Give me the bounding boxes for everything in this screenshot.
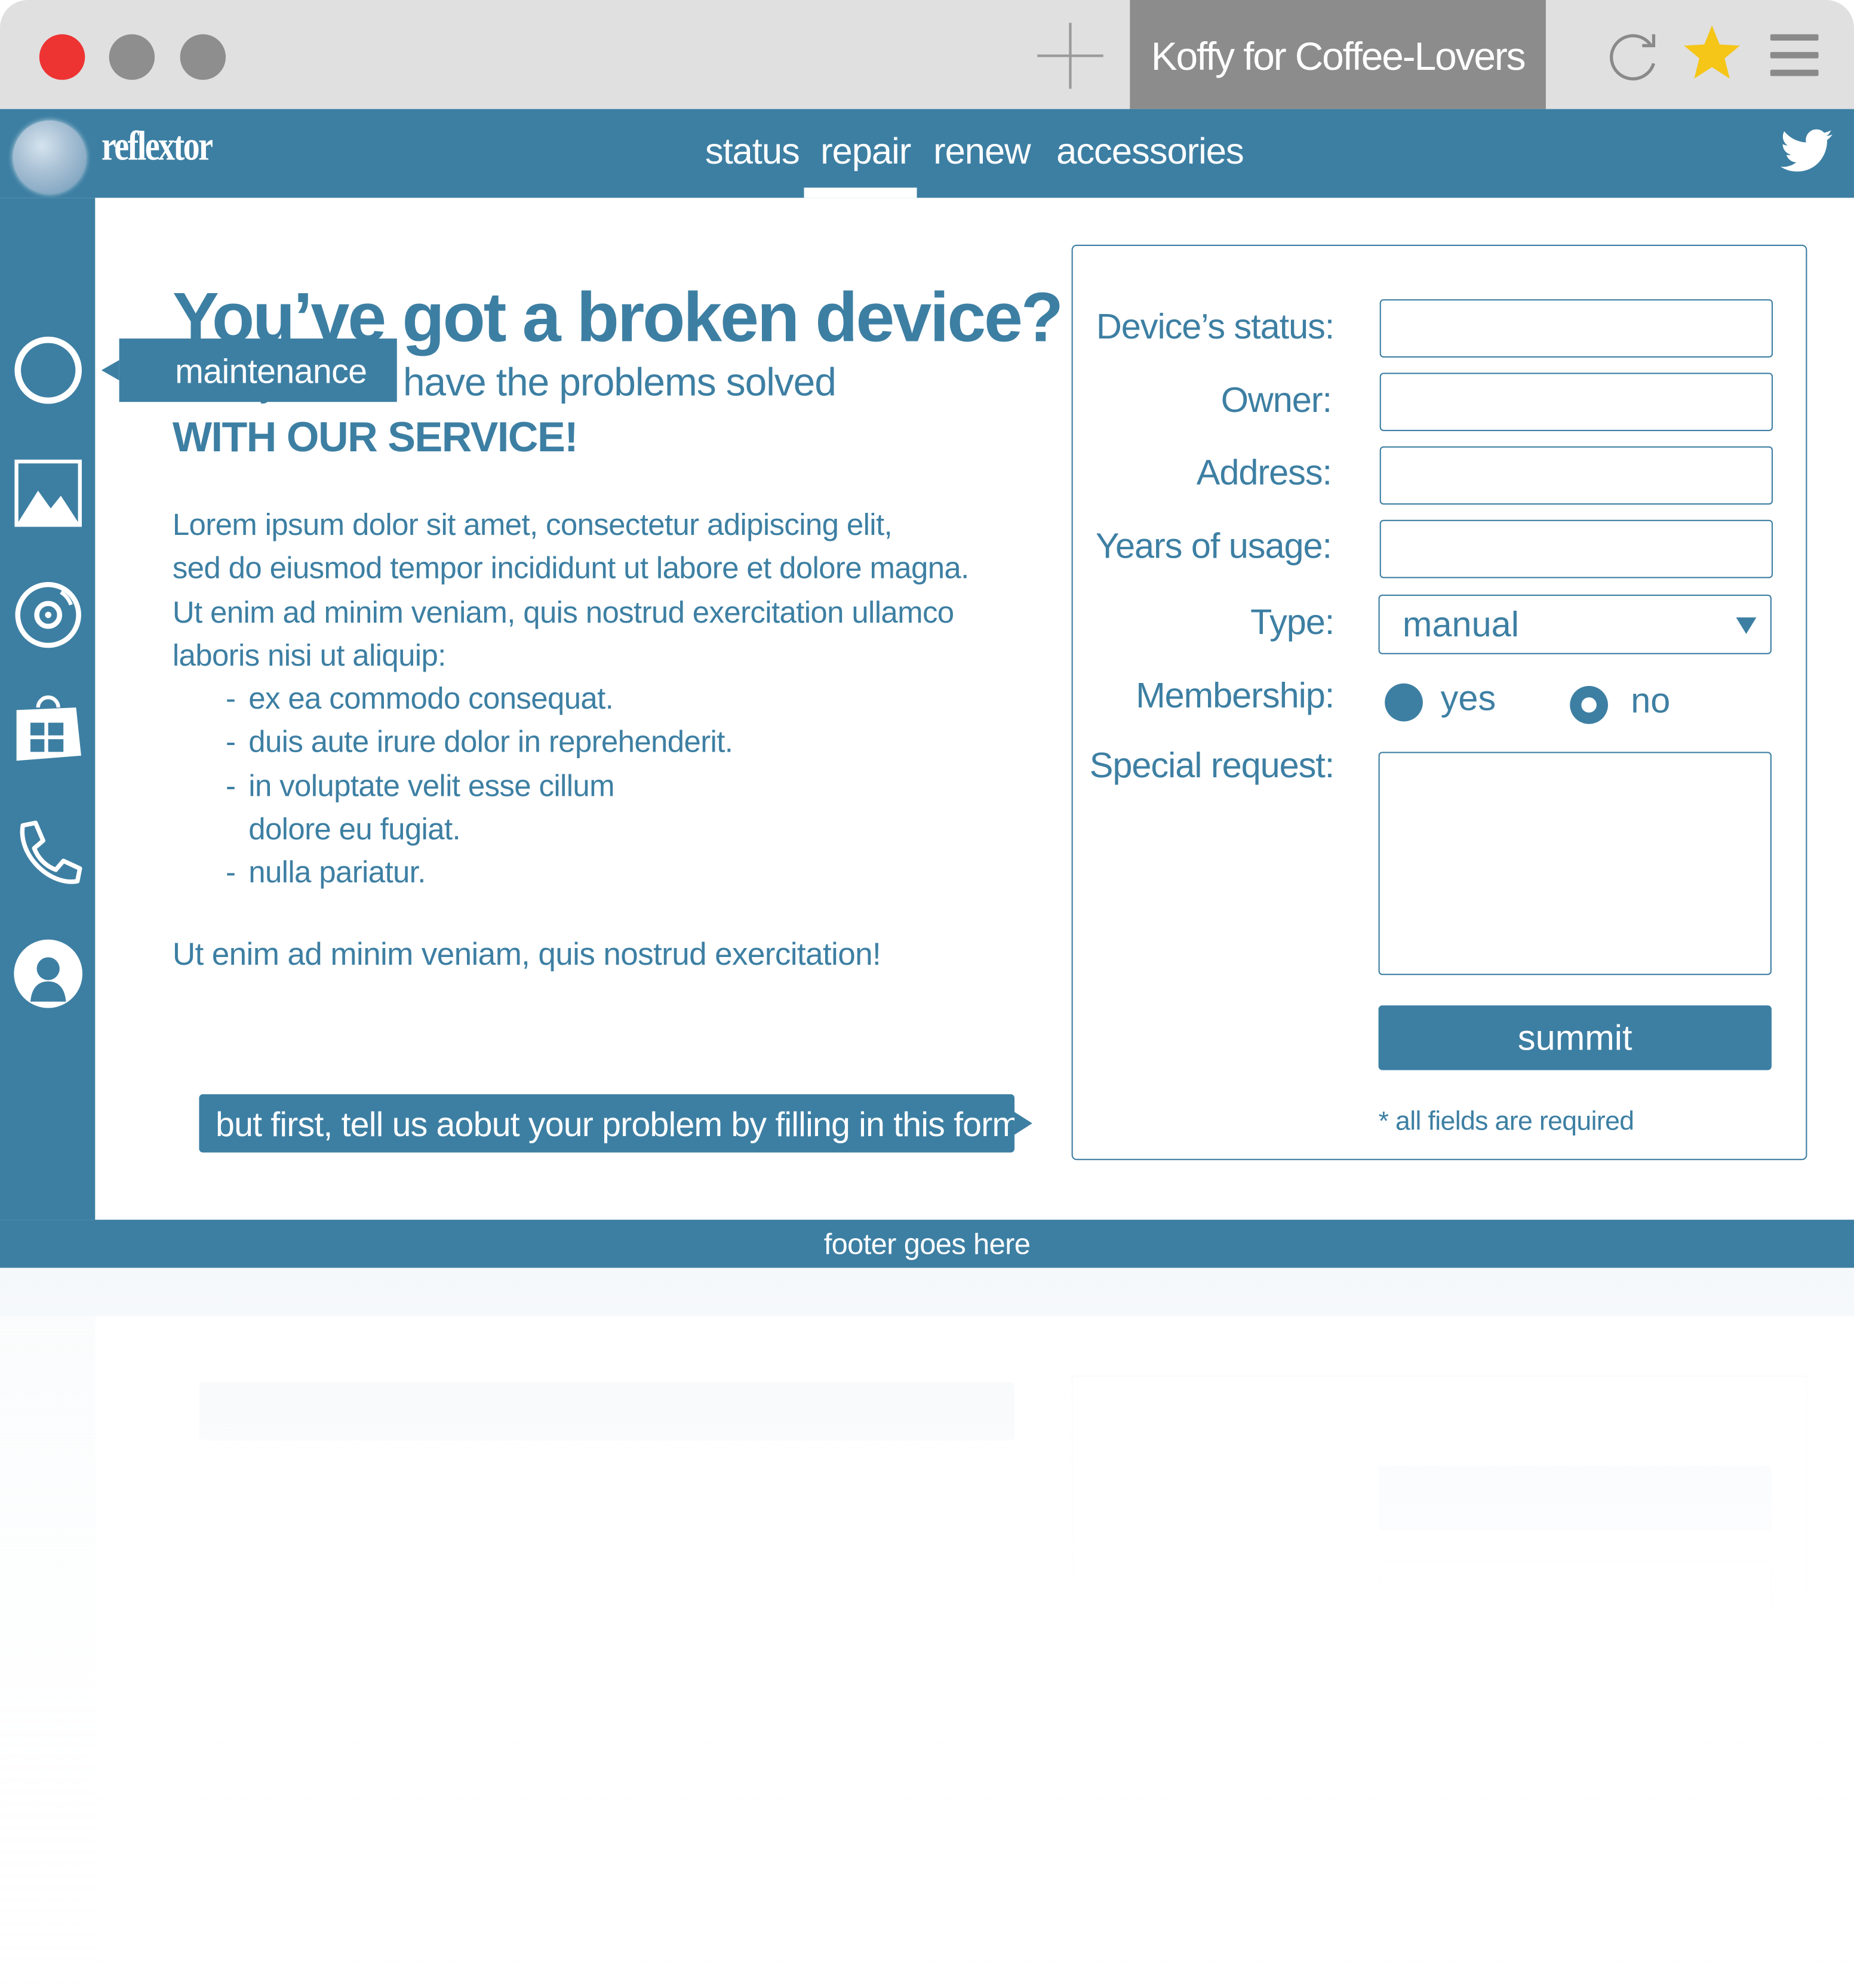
twitter-bird-icon[interactable] <box>1781 129 1834 175</box>
membership-yes-radio[interactable] <box>1385 683 1423 722</box>
list-item: ex ea commodo consequat. <box>226 679 969 722</box>
owner-input[interactable] <box>1379 373 1773 432</box>
minimize-window-button[interactable] <box>109 34 155 80</box>
list-item: nulla pariatur. <box>226 853 969 896</box>
maximize-window-button[interactable] <box>180 34 226 80</box>
page-footer: footer goes here <box>0 1220 1854 1268</box>
window-reflection <box>0 1267 1854 1988</box>
bookmark-star-icon[interactable] <box>1681 23 1742 84</box>
membership-no-radio[interactable] <box>1570 685 1608 724</box>
store-bag-icon[interactable] <box>13 693 84 764</box>
label-special-request: Special request: <box>1089 745 1335 785</box>
refresh-icon[interactable] <box>1603 28 1661 87</box>
type-select[interactable]: manual <box>1378 595 1772 654</box>
address-input[interactable] <box>1379 446 1773 505</box>
site-navbar <box>0 109 1854 198</box>
required-fields-note: * all fields are required <box>1378 1107 1634 1136</box>
paragraph-line: laboris nisi ut aliquip: <box>172 639 447 673</box>
title-bar: Koffy for Coffee-Lovers <box>0 0 1854 109</box>
circle-icon[interactable] <box>13 335 84 406</box>
label-device-status: Device’s status: <box>1096 306 1335 346</box>
membership-yes-label[interactable]: yes <box>1441 678 1496 719</box>
globe-logo-icon <box>13 120 87 194</box>
label-address: Address: <box>1196 453 1332 493</box>
nav-repair[interactable]: repair <box>820 132 911 174</box>
paragraph-line: sed do eiusmod tempor incididunt ut labo… <box>172 552 969 586</box>
browser-window: Koffy for Coffee-Lovers reflextor status… <box>0 0 1854 1268</box>
submit-button[interactable]: summit <box>1378 1005 1772 1070</box>
paragraph-line: Lorem ipsum dolor sit amet, consectetur … <box>172 508 893 543</box>
site-logo[interactable]: reflextor <box>102 124 213 171</box>
new-tab-plus-icon[interactable] <box>1037 23 1103 89</box>
nav-status[interactable]: status <box>705 132 800 174</box>
reflection-fade-overlay <box>0 1267 1854 1988</box>
browser-tab[interactable]: Koffy for Coffee-Lovers <box>1130 0 1546 109</box>
body-text: Lorem ipsum dolor sit amet, consectetur … <box>172 504 969 897</box>
label-owner: Owner: <box>1220 380 1332 420</box>
nav-accessories[interactable]: accessories <box>1056 132 1244 174</box>
close-window-button[interactable] <box>39 34 85 80</box>
label-membership: Membership: <box>1136 675 1335 715</box>
form-callout-banner: but first, tell us aobut your problem by… <box>199 1094 1032 1153</box>
type-selected-value: manual <box>1402 605 1519 644</box>
bullet-list: ex ea commodo consequat. duis aute irure… <box>173 679 969 897</box>
closing-text: Ut enim ad minim veniam, quis nostrud ex… <box>172 937 881 973</box>
user-profile-icon[interactable] <box>13 938 84 1010</box>
paragraph-line: Ut enim ad minim veniam, quis nostrud ex… <box>172 595 954 630</box>
list-item: in voluptate velit esse cillum dolore eu… <box>226 765 654 853</box>
sidebar-tooltip: maintenance <box>101 338 397 402</box>
service-tagline: WITH OUR SERVICE! <box>172 413 579 460</box>
nav-renew[interactable]: renew <box>933 132 1031 174</box>
label-years-of-usage: Years of usage: <box>1095 526 1332 566</box>
disc-icon[interactable] <box>13 580 84 651</box>
hamburger-menu-icon[interactable] <box>1770 34 1819 77</box>
nav-active-indicator <box>804 187 917 198</box>
list-item: duis aute irure dolor in reprehenderit. <box>226 722 969 765</box>
phone-icon[interactable] <box>13 818 84 889</box>
special-request-textarea[interactable] <box>1378 752 1772 975</box>
years-of-usage-input[interactable] <box>1379 519 1773 578</box>
membership-no-label[interactable]: no <box>1631 681 1670 721</box>
device-status-input[interactable] <box>1379 299 1773 358</box>
label-type: Type: <box>1250 602 1335 642</box>
dropdown-caret-icon <box>1736 617 1757 634</box>
image-icon[interactable] <box>13 458 84 529</box>
